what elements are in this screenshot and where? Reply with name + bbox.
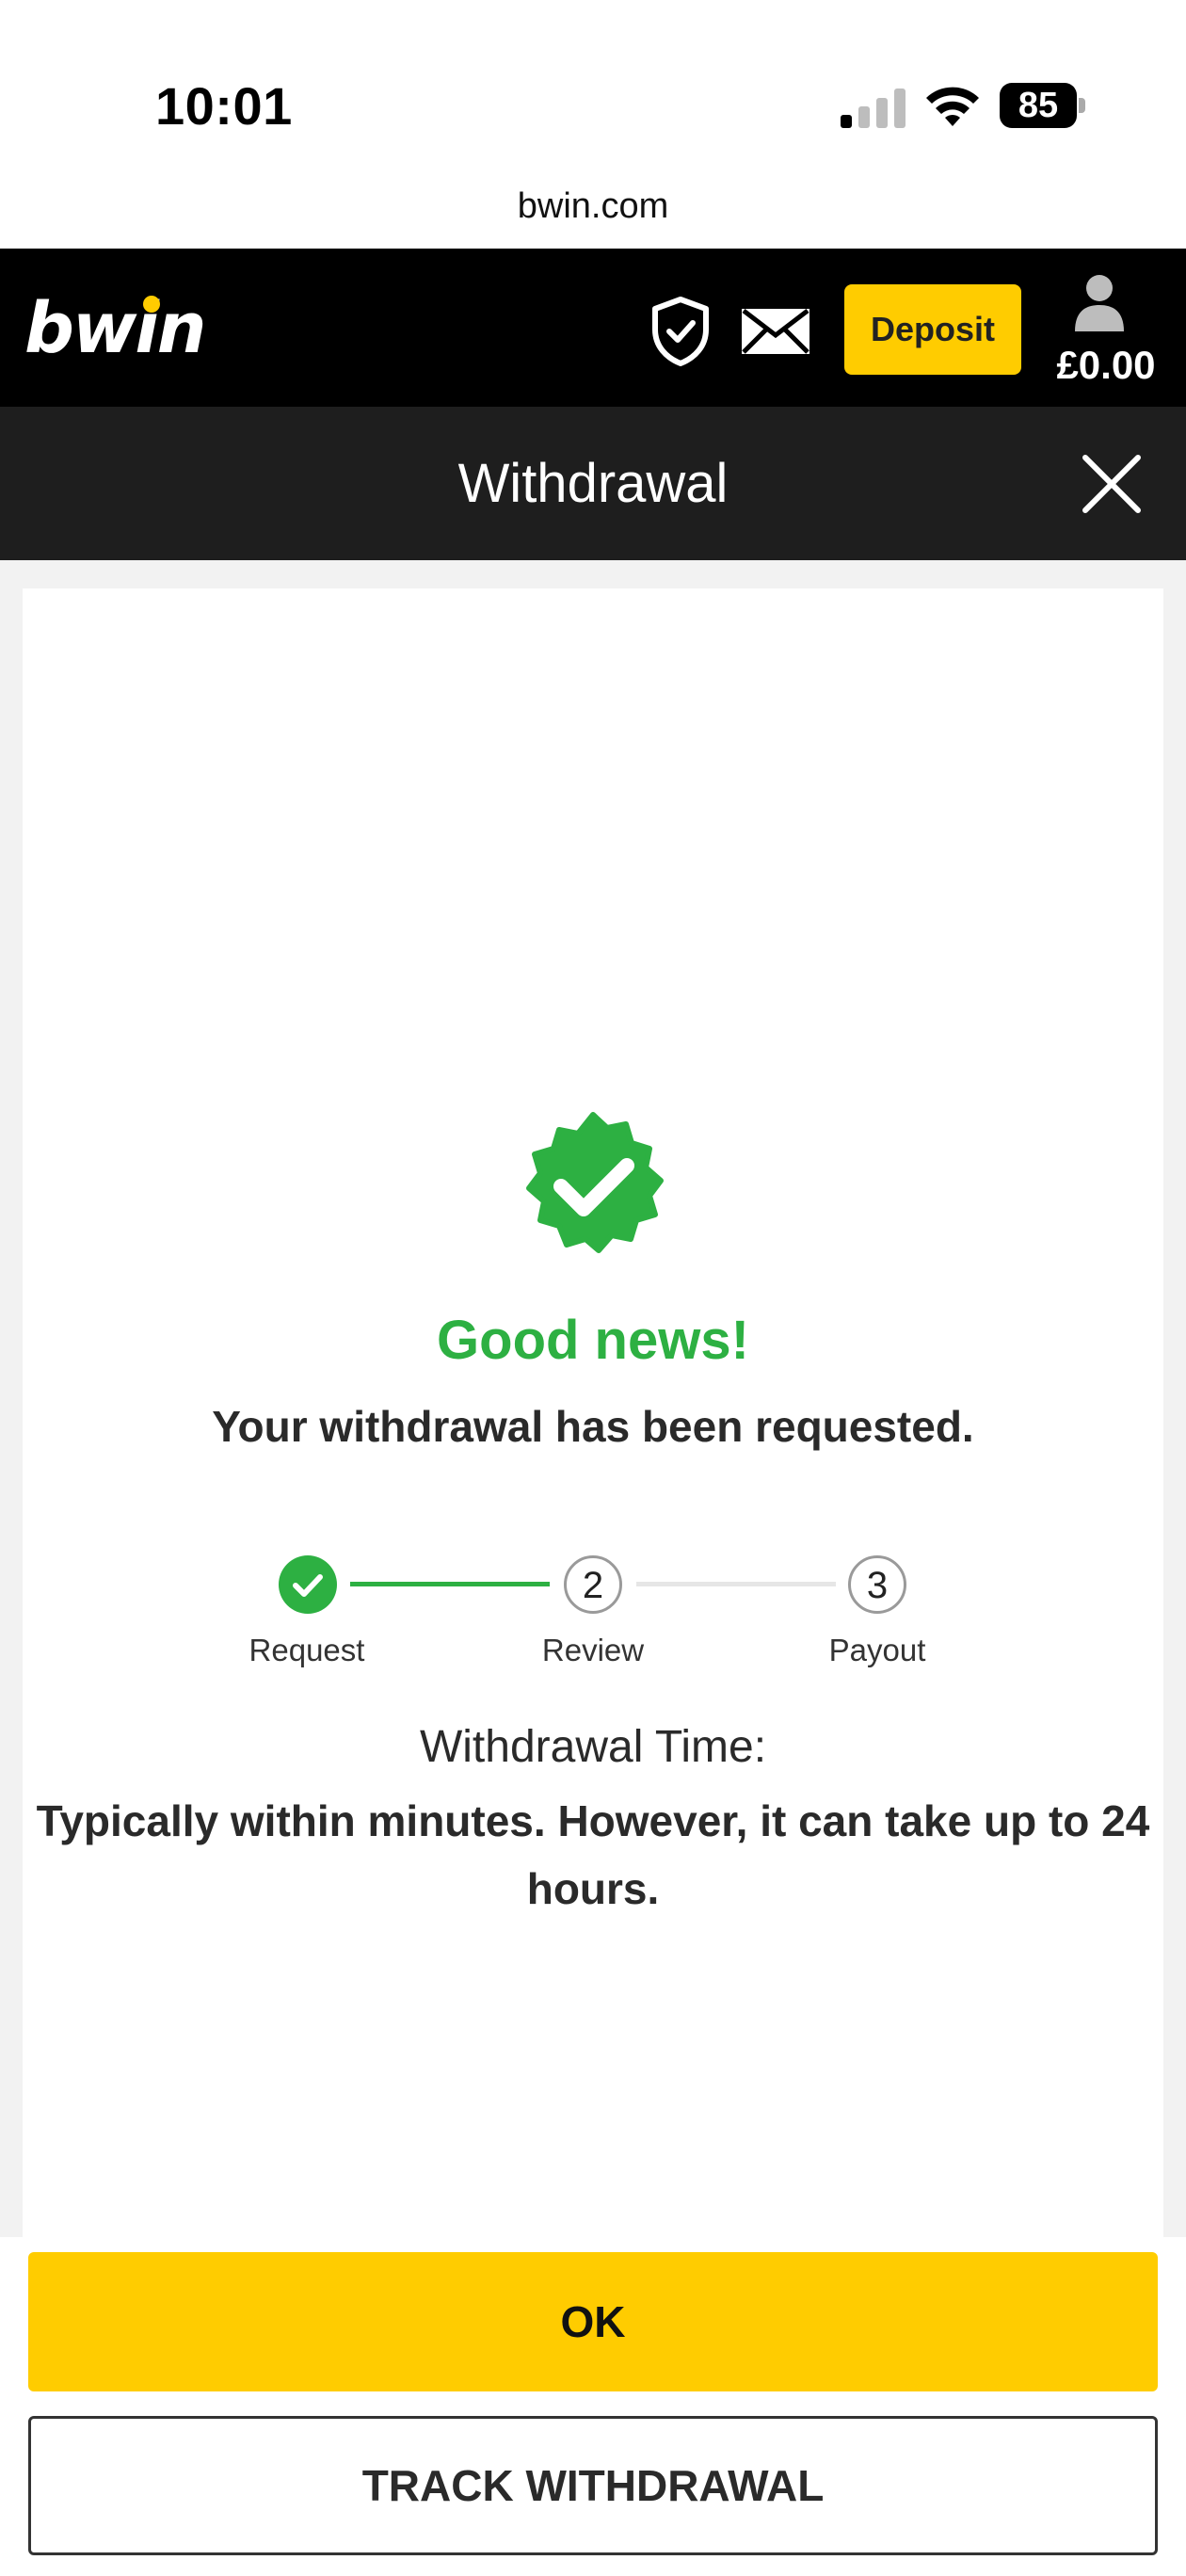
battery-icon: 85	[1000, 83, 1086, 128]
browser-url[interactable]: bwin.com	[0, 186, 1186, 227]
page-header: Withdrawal	[0, 407, 1186, 560]
step-connector-done	[350, 1582, 550, 1586]
success-message: Your withdrawal has been requested.	[212, 1402, 974, 1451]
status-time: 10:01	[155, 76, 293, 136]
step-3-indicator: 3	[848, 1555, 906, 1614]
track-withdrawal-button[interactable]: TRACK WITHDRAWAL	[28, 2416, 1158, 2555]
step-2-indicator: 2	[564, 1555, 622, 1614]
status-bar: 10:01 85 bwin.com	[0, 0, 1186, 226]
step-1-done	[279, 1555, 337, 1614]
deposit-button[interactable]: Deposit	[844, 284, 1021, 375]
success-headline: Good news!	[437, 1310, 749, 1371]
signal-icon	[841, 89, 906, 128]
account-balance[interactable]: £0.00	[1035, 343, 1177, 388]
battery-level: 85	[1018, 86, 1059, 125]
user-icon[interactable]	[1073, 273, 1126, 331]
page-title: Withdrawal	[457, 453, 729, 514]
step-label-review: Review	[541, 1633, 645, 1667]
top-navigation: bwin Deposit £0.00	[0, 249, 1186, 407]
withdrawal-time-value: Typically within minutes. However, it ca…	[36, 1796, 1150, 1913]
step-connector-pending	[636, 1582, 836, 1586]
ok-button[interactable]: OK	[28, 2252, 1158, 2391]
step-label-payout: Payout	[828, 1633, 926, 1667]
withdrawal-time-label: Withdrawal Time:	[419, 1722, 767, 1772]
mail-icon[interactable]	[740, 307, 811, 356]
step-label-request: Request	[248, 1633, 365, 1667]
logo-dot	[143, 296, 160, 313]
wifi-icon	[926, 87, 979, 126]
verified-badge-icon	[526, 1112, 664, 1253]
checkmark-icon	[293, 1574, 323, 1597]
close-icon[interactable]	[1078, 450, 1146, 518]
shield-check-icon[interactable]	[649, 296, 712, 367]
bwin-logo[interactable]: bwin	[24, 288, 206, 369]
